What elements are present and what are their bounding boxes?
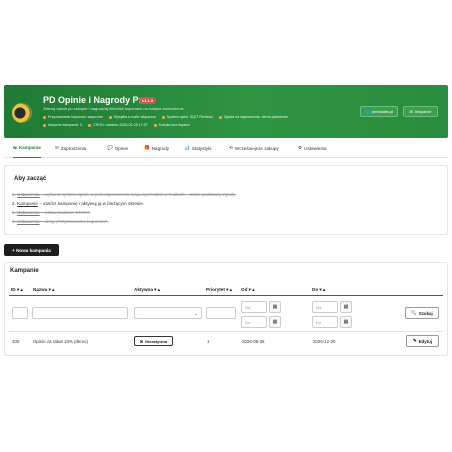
campaign-icon: ⇆: [13, 144, 17, 150]
step-item: 1. Ustawienia – wybierz system opinii, a…: [12, 192, 236, 197]
module-title: PD Opinie i Nagrody Pro: [43, 95, 148, 105]
tab-nagrody[interactable]: 🎁 Nagrody: [144, 138, 169, 158]
status-item: Aktywne kampanie: 0: [43, 123, 82, 127]
status-item: System opinii: SQIT Reviews: [161, 115, 213, 119]
gears-icon: ⚙: [298, 145, 303, 150]
gift-icon: 🎁: [144, 145, 150, 150]
prestadev-link-button[interactable]: 🌐 prestadev.pl: [360, 106, 398, 117]
calendar-icon[interactable]: ▦: [340, 316, 352, 328]
status-item: CRON: ostatnio 2026-09-26 17:07: [88, 123, 148, 127]
filter-priority-input[interactable]: [206, 307, 236, 319]
calendar-icon[interactable]: ▦: [269, 316, 281, 328]
status-item: Zgoda na zaproszenia: oferta partnerów: [218, 115, 288, 119]
close-icon: ✖: [139, 338, 144, 344]
status-dot-icon: [88, 123, 92, 127]
campaigns-title: Kampanie: [10, 268, 39, 274]
step-item: 4. Ustawienia – ukryj „Przyznawanie kupo…: [12, 219, 109, 224]
edit-button[interactable]: ✎ Edytuj: [406, 335, 439, 347]
pencil-icon: ✎: [412, 338, 417, 343]
comments-icon: 💬: [107, 145, 113, 150]
tab-bar: ⇆ Kampanie ✉ Zaproszenia 💬 Opinie 🎁 Nagrody …: [4, 138, 448, 158]
search-button[interactable]: 🔍 Szukaj: [405, 307, 439, 319]
status-dot-icon: [218, 115, 222, 119]
tab-statystyki[interactable]: 📊 Statystyki: [184, 138, 211, 158]
status-line-2: Aktywne kampanie: 0 CRON: ostatnio 2026-…: [43, 123, 190, 127]
status-line-1: Przyznawanie kuponów: włączone Wysyłka e…: [43, 115, 288, 119]
status-dot-icon: [153, 123, 157, 127]
status-item: Kolejka bez błędów: [153, 123, 190, 127]
chevron-down-icon: ⌄: [194, 310, 198, 316]
bar-chart-icon: 📊: [184, 145, 190, 150]
cell-id: 400: [12, 339, 20, 344]
filter-od-to-input[interactable]: Do: [241, 316, 267, 328]
cell-date-from: 2026-09-26: [242, 339, 265, 344]
filter-name-input[interactable]: [32, 307, 128, 319]
status-dot-icon: [43, 115, 46, 119]
col-header-id[interactable]: ID ▾ ▴: [11, 287, 23, 293]
calendar-icon[interactable]: ▦: [269, 301, 281, 313]
tab-zaproszenia[interactable]: ✉ Zaproszenia: [55, 138, 86, 158]
version-badge: v1.1.0: [139, 97, 157, 104]
tab-ustawienia[interactable]: ⚙ Ustawienia: [298, 138, 327, 158]
cell-priority: 1: [207, 339, 210, 344]
col-header-do[interactable]: Do ▾ ▴: [312, 287, 325, 293]
step-link[interactable]: Ustawienia: [17, 219, 39, 224]
filter-active-select[interactable]: - ⌄: [134, 307, 202, 319]
col-header-nazwa[interactable]: Nazwa ▾ ▴: [33, 287, 54, 293]
row-divider: [9, 331, 443, 332]
step-link[interactable]: Kampanie: [17, 201, 38, 206]
cell-name: Opinie za rabat 10% (demo): [33, 339, 88, 344]
status-dot-icon: [161, 115, 165, 119]
tab-kampanie[interactable]: ⇆ Kampanie: [13, 138, 41, 158]
status-dot-icon: [43, 123, 46, 127]
cell-date-to: 2026-12-20: [313, 339, 336, 344]
search-icon: 🔍: [411, 310, 417, 315]
col-header-od[interactable]: Od ▾ ▴: [241, 287, 255, 293]
status-item: Wysyłka e-maili: włączona: [108, 115, 156, 119]
toggle-active-button[interactable]: ✖ Nieaktywna: [134, 336, 173, 346]
tab-opinie[interactable]: 💬 Opinie: [107, 138, 128, 158]
header-divider: [9, 295, 443, 296]
module-logo: [12, 103, 32, 123]
tab-wczesniejsze-zakupy[interactable]: ⟲ Wcześniejsze zakupy: [229, 138, 279, 158]
step-link[interactable]: Ustawienia: [17, 192, 39, 197]
globe-icon: 🌐: [364, 109, 370, 114]
col-header-aktywna[interactable]: Aktywna ▾ ▴: [134, 287, 160, 293]
status-dot-icon: [108, 115, 112, 119]
calendar-icon[interactable]: ▦: [340, 301, 352, 313]
filter-id-input[interactable]: [12, 307, 28, 319]
status-item: Przyznawanie kuponów: włączone: [43, 115, 103, 119]
getting-started-card: [4, 165, 448, 235]
filter-od-from-input[interactable]: Od: [241, 301, 267, 313]
new-campaign-button[interactable]: + Nowa kampania: [4, 244, 59, 256]
envelope-icon: ✉: [55, 145, 59, 150]
module-subtitle: Zbieraj opinie po zakupie i nagradzaj kl…: [43, 106, 185, 111]
filter-do-to-input[interactable]: Do: [312, 316, 338, 328]
step-link[interactable]: Ustawienia: [17, 210, 39, 215]
filter-do-from-input[interactable]: Od: [312, 301, 338, 313]
support-button[interactable]: ✉ Wsparcie: [403, 106, 438, 117]
history-icon: ⟲: [229, 145, 233, 150]
step-item: 2. Kampanie – utwórz kampanię i aktywuj …: [12, 201, 145, 206]
col-header-priorytet[interactable]: Priorytet ▾ ▴: [206, 287, 232, 293]
envelope-icon: ✉: [409, 109, 413, 114]
step-item: 3. Ustawienia – ustaw zadanie CRON.: [12, 210, 91, 215]
getting-started-title: Aby zacząć: [14, 176, 47, 182]
